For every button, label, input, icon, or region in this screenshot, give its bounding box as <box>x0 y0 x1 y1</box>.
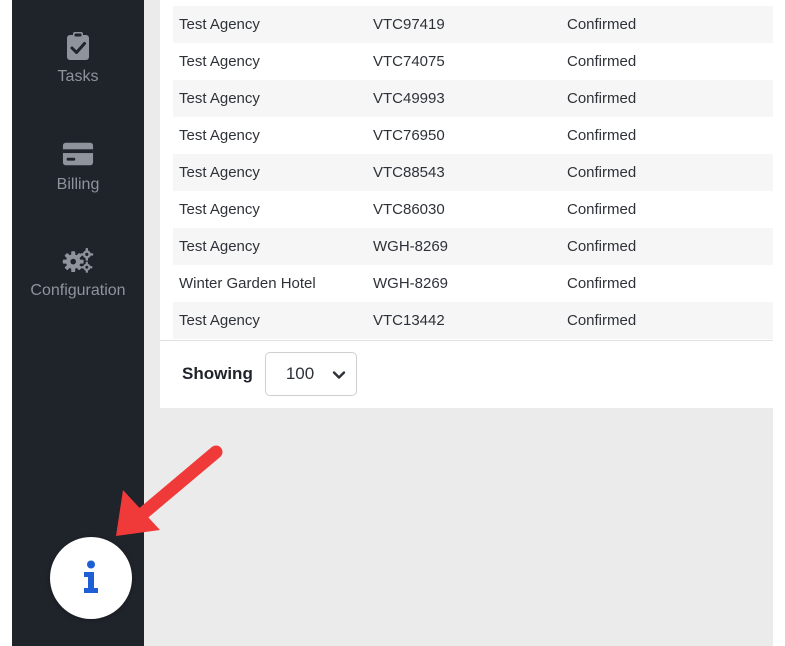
code-cell: VTC49993 <box>373 90 445 107</box>
status-cell: Confirmed <box>567 238 637 255</box>
agency-cell: Winter Garden Hotel <box>179 275 316 292</box>
reservations-table: Test Agency VTC97419 Confirmed Test Agen… <box>173 6 773 339</box>
code-cell: WGH-8269 <box>373 238 449 255</box>
showing-label: Showing <box>182 363 253 383</box>
info-icon <box>81 560 101 597</box>
status-cell: Confirmed <box>567 164 637 181</box>
agency-cell: Test Agency <box>179 127 260 144</box>
sidebar: Tasks Billing Configuration <box>12 0 144 646</box>
page-size-select[interactable]: 100 <box>264 351 357 396</box>
agency-cell: Test Agency <box>179 90 260 107</box>
agency-cell: Test Agency <box>179 201 260 218</box>
table-row[interactable]: Test Agency VTC76950 Confirmed <box>173 117 773 154</box>
sidebar-item-configuration[interactable]: Configuration <box>12 244 144 300</box>
agency-cell: Test Agency <box>179 164 260 181</box>
code-cell: WGH-8269 <box>373 275 449 292</box>
gears-icon <box>62 244 94 276</box>
page-size-value: 100 <box>285 363 315 383</box>
code-cell: VTC13442 <box>373 312 445 329</box>
table-row[interactable]: Test Agency VTC88543 Confirmed <box>173 154 773 191</box>
table-row[interactable]: Test Agency WGH-8269 Confirmed <box>173 228 773 265</box>
status-cell: Confirmed <box>567 275 637 292</box>
agency-cell: Test Agency <box>179 238 260 255</box>
table-row[interactable]: Test Agency VTC13442 Confirmed <box>173 302 773 339</box>
sidebar-item-tasks[interactable]: Tasks <box>12 30 144 86</box>
status-cell: Confirmed <box>567 201 637 218</box>
status-cell: Confirmed <box>567 16 637 33</box>
agency-cell: Test Agency <box>179 16 260 33</box>
sidebar-item-label: Configuration <box>30 282 126 299</box>
agency-cell: Test Agency <box>179 312 260 329</box>
app-frame: Tasks Billing Configuration Test Agency … <box>0 0 785 646</box>
reservations-panel: Test Agency VTC97419 Confirmed Test Agen… <box>160 0 773 408</box>
credit-card-icon <box>62 138 94 170</box>
status-cell: Confirmed <box>567 312 637 329</box>
sidebar-item-billing[interactable]: Billing <box>12 138 144 194</box>
table-divider <box>160 340 773 341</box>
code-cell: VTC86030 <box>373 201 445 218</box>
status-cell: Confirmed <box>567 53 637 70</box>
sidebar-item-label: Billing <box>56 176 100 193</box>
code-cell: VTC74075 <box>373 53 445 70</box>
sidebar-item-label: Tasks <box>57 68 99 85</box>
agency-cell: Test Agency <box>179 53 260 70</box>
code-cell: VTC97419 <box>373 16 445 33</box>
info-button[interactable] <box>50 537 132 619</box>
table-row[interactable]: Test Agency VTC49993 Confirmed <box>173 80 773 117</box>
table-row[interactable]: Winter Garden Hotel WGH-8269 Confirmed <box>173 265 773 302</box>
table-row[interactable]: Test Agency VTC74075 Confirmed <box>173 43 773 80</box>
code-cell: VTC88543 <box>373 164 445 181</box>
table-row[interactable]: Test Agency VTC97419 Confirmed <box>173 6 773 43</box>
code-cell: VTC76950 <box>373 127 445 144</box>
page-size-control: Showing 100 <box>182 351 357 396</box>
chevron-down-icon <box>332 367 346 381</box>
table-row[interactable]: Test Agency VTC86030 Confirmed <box>173 191 773 228</box>
status-cell: Confirmed <box>567 127 637 144</box>
main-content: Test Agency VTC97419 Confirmed Test Agen… <box>144 0 773 646</box>
clipboard-check-icon <box>62 30 94 62</box>
status-cell: Confirmed <box>567 90 637 107</box>
